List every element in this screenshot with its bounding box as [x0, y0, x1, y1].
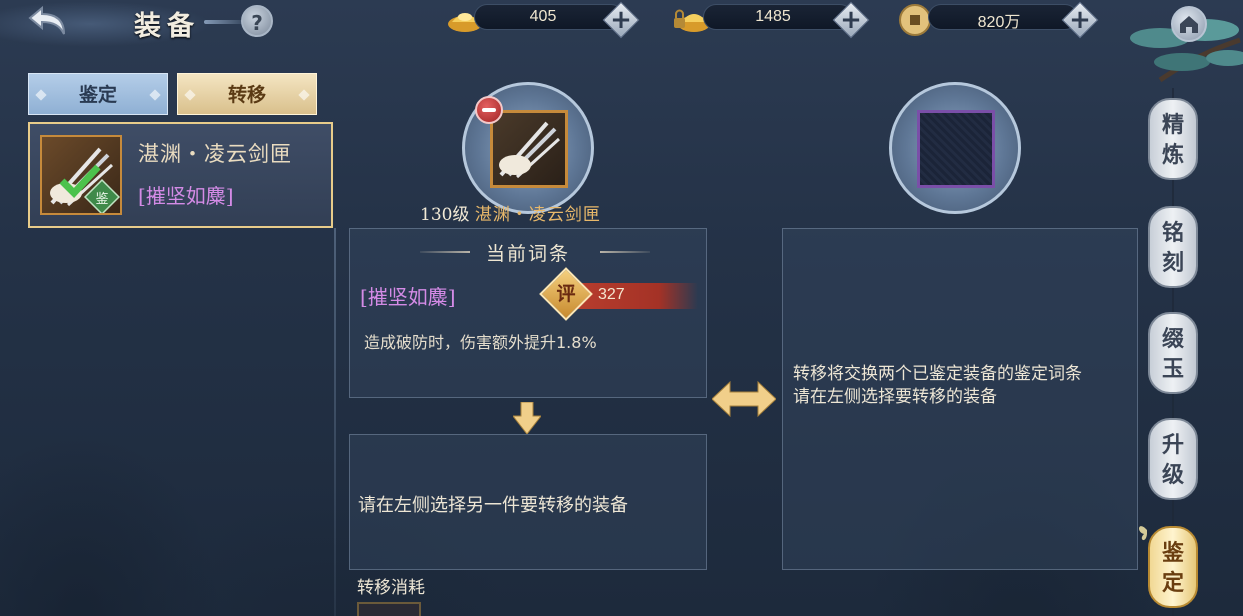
- appraised-badge: 鉴: [95, 192, 108, 207]
- score-label: 评: [556, 283, 576, 305]
- add-bound-gold-button[interactable]: +: [832, 1, 870, 39]
- equipment-level: 130级: [420, 205, 470, 225]
- slot-frame: [490, 110, 568, 188]
- bound-gold-value: 1485: [755, 8, 791, 25]
- attribute-description: 造成破防时，伤害额外提升1.8%: [364, 333, 597, 352]
- copper-coin-icon: [898, 3, 932, 41]
- tab-transfer-label: 转移: [227, 84, 266, 106]
- title-decoration: [204, 20, 244, 24]
- item-attribute-tag: [摧坚如麋]: [138, 184, 234, 208]
- source-equipment-label: 130级 湛渊・凌云剑匣: [420, 200, 601, 225]
- column-divider: [334, 228, 336, 616]
- question-icon: ?: [251, 11, 263, 35]
- tab-appraise-label: 鉴定: [78, 84, 117, 106]
- attribute-name: [摧坚如麋]: [360, 285, 456, 309]
- home-button[interactable]: [1171, 6, 1207, 42]
- tab-dot-decoration: [298, 89, 310, 101]
- equipment-list-item[interactable]: 鉴 湛渊・凌云剑匣 [摧坚如麋]: [28, 122, 333, 228]
- tab-appraise[interactable]: 鉴定: [28, 73, 168, 115]
- panel-header: 当前词条: [485, 243, 570, 265]
- side-tab-upgrade[interactable]: 升级: [1148, 418, 1198, 500]
- back-button[interactable]: [24, 2, 74, 40]
- transfer-cost-title: 转移消耗: [357, 578, 425, 598]
- swap-arrows-icon: [712, 380, 776, 418]
- home-icon: [1180, 16, 1198, 33]
- equipment-name: 湛渊・凌云剑匣: [474, 205, 601, 225]
- add-gold-button[interactable]: +: [602, 1, 640, 39]
- select-target-hint: 请在左侧选择另一件要转移的装备: [358, 495, 628, 516]
- score-value: 327: [598, 286, 625, 303]
- page-title: 装备: [134, 11, 200, 42]
- coin-value: 820万: [977, 14, 1021, 31]
- info-line-2: 请在左侧选择要转移的装备: [793, 387, 997, 407]
- side-tab-label: 铭刻: [1161, 220, 1184, 276]
- target-equipment-slot[interactable]: [889, 82, 1021, 214]
- tab-transfer[interactable]: 转移: [177, 73, 317, 115]
- target-attribute-panel: 请在左侧选择另一件要转移的装备: [349, 434, 707, 570]
- side-tab-label: 缀玉: [1161, 326, 1184, 382]
- cost-item-icon: [357, 602, 421, 616]
- plus-icon: +: [840, 5, 862, 35]
- sword-box-icon: 鉴: [40, 135, 122, 216]
- tab-dot-decoration: [184, 89, 196, 101]
- side-tab-label: 精炼: [1161, 112, 1184, 168]
- remove-equipment-button[interactable]: [475, 96, 503, 124]
- transfer-info-text: 转移将交换两个已鉴定装备的鉴定词条 请在左侧选择要转移的装备: [793, 363, 1133, 409]
- gold-value: 405: [529, 8, 557, 25]
- side-tab-jade[interactable]: 缀玉: [1148, 312, 1198, 394]
- side-tab-engrave[interactable]: 铭刻: [1148, 206, 1198, 288]
- arrow-down-icon: [513, 402, 541, 434]
- item-name: 湛渊・凌云剑匣: [138, 142, 292, 166]
- plus-icon: +: [610, 5, 632, 35]
- empty-slot-frame: [917, 110, 995, 188]
- sword-box-icon: [499, 121, 561, 179]
- side-tab-label: 鉴定: [1161, 540, 1184, 596]
- help-button[interactable]: ?: [241, 5, 273, 37]
- pine-tree-decoration: [1130, 19, 1243, 83]
- info-line-1: 转移将交换两个已鉴定装备的鉴定词条: [793, 364, 1082, 384]
- butterfly-icon: [1138, 526, 1147, 541]
- transfer-info-panel: 转移将交换两个已鉴定装备的鉴定词条 请在左侧选择要转移的装备: [782, 228, 1138, 570]
- side-tab-refine[interactable]: 精炼: [1148, 98, 1198, 180]
- side-tab-label: 升级: [1161, 432, 1184, 488]
- header-line-right: [600, 251, 650, 253]
- current-attribute-panel: 当前词条 [摧坚如麋] 评 327 造成破防时，伤害额外提升1.8%: [349, 228, 707, 398]
- tab-dot-decoration: [35, 89, 47, 101]
- back-arrow-icon: [28, 5, 65, 35]
- tab-dot-decoration: [149, 89, 161, 101]
